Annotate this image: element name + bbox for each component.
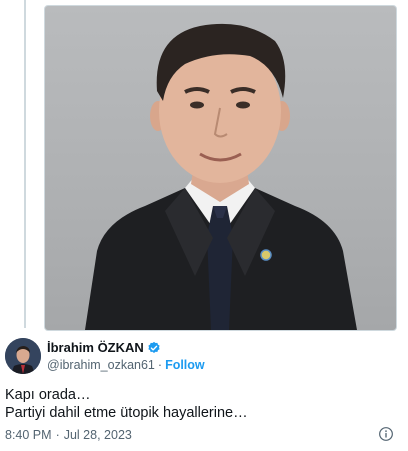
author-handle[interactable]: @ibrahim_ozkan61 (47, 358, 155, 372)
info-icon[interactable] (378, 426, 394, 442)
tweet-text-line: Kapı orada… (5, 387, 91, 403)
verified-badge-icon (148, 341, 160, 353)
tweet-time: 8:40 PM (5, 428, 52, 442)
portrait-image (85, 23, 357, 330)
thread-connector-line (24, 0, 26, 328)
author-handle-line: @ibrahim_ozkan61 · Follow (47, 358, 205, 372)
tweet-timestamp[interactable]: 8:40 PM · Jul 28, 2023 (5, 428, 132, 442)
author-name[interactable]: İbrahim ÖZKAN (47, 340, 161, 355)
follow-button[interactable]: Follow (165, 358, 205, 372)
handle-separator: · (157, 358, 163, 372)
tweet-photo[interactable] (44, 5, 397, 331)
author-avatar[interactable] (5, 338, 41, 374)
author-row: İbrahim ÖZKAN @ibrahim_ozkan61 · Follow (5, 338, 395, 374)
tweet-text: Kapı orada… Partiyi dahil etme ütopik ha… (5, 386, 248, 422)
tweet-text-line: Partiyi dahil etme ütopik hayallerine… (5, 405, 248, 421)
timestamp-separator: · (55, 428, 60, 442)
tweet-date: Jul 28, 2023 (63, 428, 132, 442)
author-name-text: İbrahim ÖZKAN (47, 340, 144, 355)
